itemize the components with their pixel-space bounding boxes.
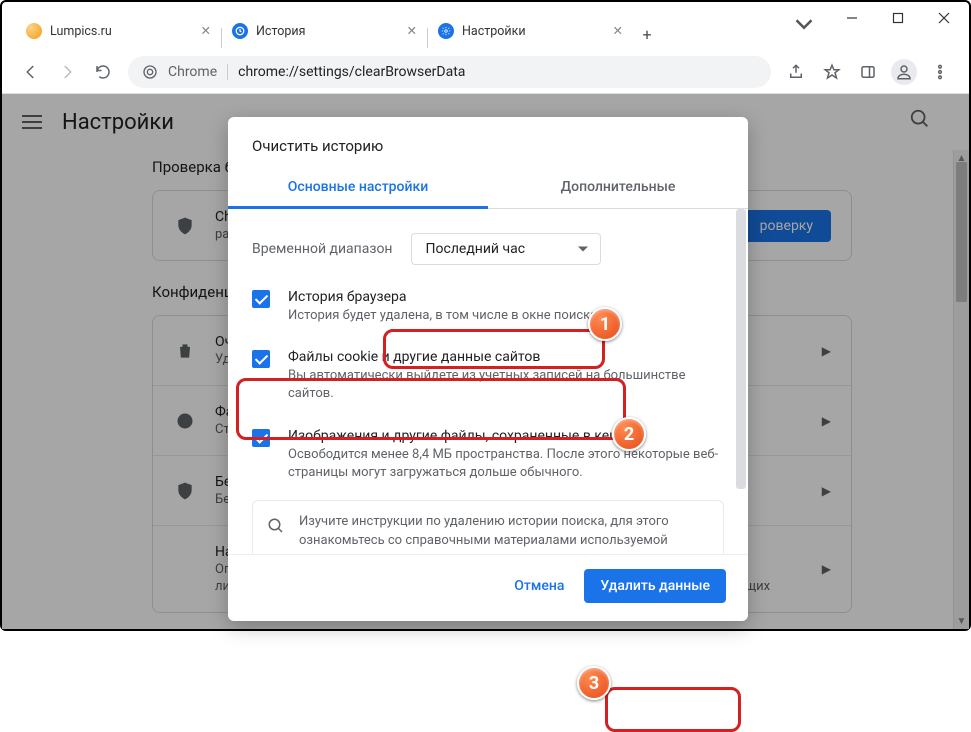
check-cookies[interactable]: Файлы cookie и другие данные сайтов Вы а… — [228, 337, 748, 415]
tab-close-icon[interactable]: ✕ — [407, 23, 417, 39]
clear-history-dialog: Очистить историю Основные настройки Допо… — [228, 117, 748, 621]
reload-button[interactable] — [86, 55, 120, 89]
address-bar[interactable]: Chrome chrome://settings/clearBrowserDat… — [128, 56, 771, 88]
search-history-tip[interactable]: Изучите инструкции по удалению истории п… — [252, 500, 724, 554]
url-text: chrome://settings/clearBrowserData — [238, 64, 465, 80]
check-browsing-history[interactable]: История браузера История будет удалена, … — [228, 277, 748, 337]
window-chevron[interactable] — [789, 10, 819, 38]
tab-close-icon[interactable]: ✕ — [613, 23, 623, 39]
time-range-select[interactable]: Последний час — [411, 233, 601, 265]
dialog-body: Временной диапазон Последний час История… — [228, 209, 748, 554]
back-button[interactable] — [14, 55, 48, 89]
annotation-badge-3: 3 — [577, 666, 611, 700]
side-panel-button[interactable] — [851, 55, 885, 89]
check-cached-images[interactable]: Изображения и другие файлы, сохраненные … — [228, 416, 748, 494]
close-window-button[interactable] — [921, 4, 967, 32]
share-button[interactable] — [779, 55, 813, 89]
tab-basic[interactable]: Основные настройки — [228, 167, 488, 208]
time-range-label: Временной диапазон — [252, 241, 393, 257]
tab-title: История — [256, 24, 305, 39]
bookmark-button[interactable] — [815, 55, 849, 89]
lumpics-favicon-icon — [26, 23, 42, 39]
tab-title: Настройки — [462, 24, 526, 39]
maximize-button[interactable] — [875, 4, 921, 32]
checkbox-browsing-history[interactable] — [252, 290, 270, 308]
history-favicon-icon — [232, 23, 248, 39]
annotation-frame-3 — [605, 687, 741, 732]
tab-close-icon[interactable]: ✕ — [201, 23, 211, 39]
chrome-icon — [142, 64, 158, 80]
minimize-button[interactable] — [829, 4, 875, 32]
url-prefix: Chrome — [168, 64, 217, 80]
settings-favicon-icon — [438, 23, 454, 39]
checkbox-cache[interactable] — [252, 429, 270, 447]
search-icon — [267, 517, 285, 535]
tab-advanced[interactable]: Дополнительные — [488, 167, 748, 208]
checkbox-cookies[interactable] — [252, 350, 270, 368]
toolbar: Chrome chrome://settings/clearBrowserDat… — [2, 50, 969, 94]
tab-strip: Lumpics.ru ✕ История ✕ Настройки ✕ + — [16, 12, 661, 48]
tab-settings[interactable]: Настройки ✕ — [428, 14, 633, 48]
dialog-tablist: Основные настройки Дополнительные — [228, 167, 748, 209]
annotation-badge-2: 2 — [612, 417, 646, 451]
tab-lumpics[interactable]: Lumpics.ru ✕ — [16, 14, 221, 48]
annotation-badge-1: 1 — [588, 307, 622, 341]
new-tab-button[interactable]: + — [633, 20, 661, 48]
dialog-title: Очистить историю — [228, 117, 748, 167]
tab-title: Lumpics.ru — [50, 24, 112, 39]
cancel-button[interactable]: Отмена — [500, 569, 578, 603]
time-range-value: Последний час — [426, 241, 526, 257]
forward-button[interactable] — [50, 55, 84, 89]
menu-button[interactable] — [923, 55, 957, 89]
delete-data-button[interactable]: Удалить данные — [584, 569, 726, 603]
tab-history[interactable]: История ✕ — [222, 14, 427, 48]
profile-button[interactable] — [887, 55, 921, 89]
window-controls — [829, 4, 967, 32]
dialog-scrollbar[interactable] — [734, 209, 748, 554]
